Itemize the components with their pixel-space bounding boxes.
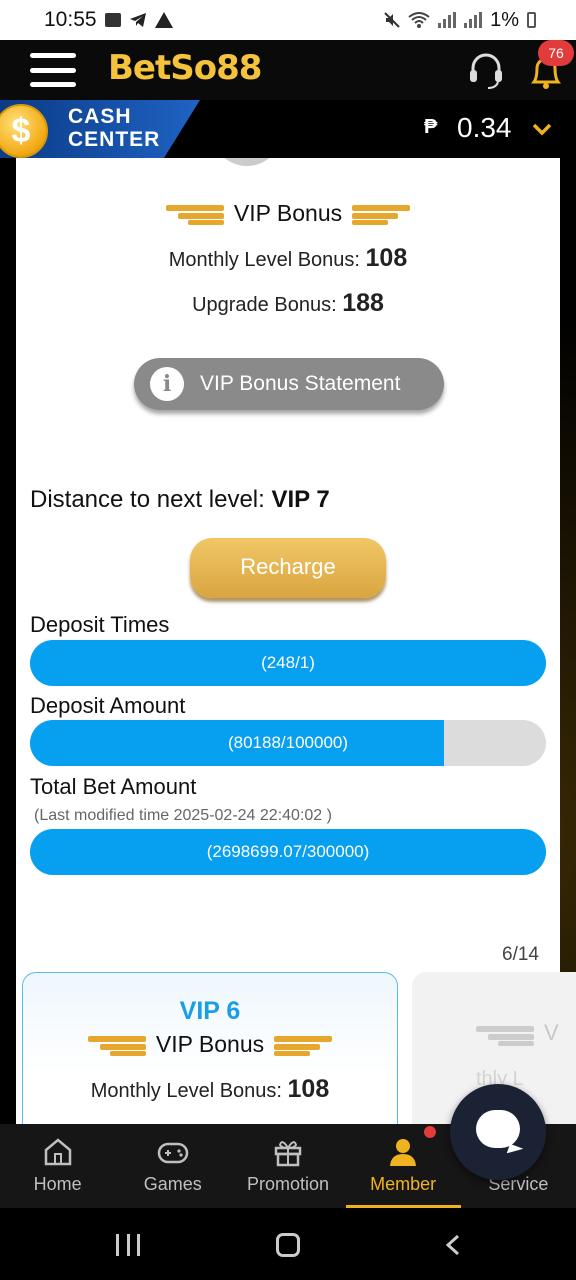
upgrade-bonus-value: 188 — [342, 289, 384, 317]
chat-button[interactable] — [450, 1084, 546, 1180]
upgrade-bonus-label: Upgrade Bonus: — [192, 294, 337, 316]
cash-label-line1: CASH — [68, 105, 132, 128]
upgrade-bonus-line: Upgrade Bonus: 188 — [16, 289, 560, 318]
info-icon: i — [150, 367, 184, 401]
wing-left-icon — [165, 203, 224, 225]
nav-games-label: Games — [143, 1174, 202, 1194]
member-icon — [390, 1139, 417, 1166]
monthly-bonus-line: Monthly Level Bonus: 108 — [16, 244, 560, 273]
battery-icon — [527, 12, 536, 28]
monthly-bonus-label: Monthly Level Bonus: — [168, 249, 360, 271]
next-vip-tile-title: V — [544, 1020, 559, 1045]
deposit-amount-progress: (80188/100000) — [30, 720, 546, 766]
notification-badge: 76 — [538, 40, 574, 66]
total-bet-progress: (2698699.07/300000) — [30, 829, 546, 875]
member-notification-dot — [422, 1124, 438, 1140]
telegram-icon — [129, 13, 146, 27]
deposit-amount-value: (80188/100000) — [227, 733, 349, 752]
status-time: 10:55 — [44, 8, 97, 31]
main-content: VIP Bonus Monthly Level Bonus: 108 Upgra… — [0, 158, 576, 1124]
balance-value: 0.34 — [457, 112, 512, 143]
cash-center-label[interactable]: CASH CENTER — [68, 105, 160, 151]
vip-level-tile[interactable]: VIP 6 VIP Bonus Monthly Level Bonus: 108 — [22, 972, 398, 1124]
chat-bubble-icon — [476, 1110, 520, 1148]
home-icon — [44, 1138, 71, 1166]
app-header: BetSo88 76 — [0, 40, 576, 100]
wifi-icon — [408, 12, 430, 28]
last-modified-note: (Last modified time 2025-02-24 22:40:02 … — [34, 807, 332, 824]
cash-label-line2: CENTER — [68, 128, 161, 151]
nav-games[interactable]: Games — [115, 1124, 230, 1208]
distance-label: Distance to next level: — [30, 486, 265, 513]
total-bet-value: (2698699.07/300000) — [206, 842, 370, 861]
monthly-bonus-value: 108 — [365, 244, 408, 272]
gift-icon — [274, 1141, 302, 1167]
deposit-times-label: Deposit Times — [30, 612, 170, 637]
nav-promotion[interactable]: Promotion — [230, 1124, 345, 1208]
status-right: 1% — [384, 9, 536, 32]
vip-tile-bonus-label: Monthly Level Bonus: — [90, 1080, 282, 1102]
logo[interactable]: BetSo88 — [108, 48, 262, 88]
signal-icon-2 — [464, 12, 483, 28]
currency-symbol: ₱ — [424, 116, 438, 138]
vip-card-panel: VIP Bonus Monthly Level Bonus: 108 Upgra… — [16, 158, 576, 1124]
status-bar: 10:55 1% — [0, 0, 576, 40]
statement-label: VIP Bonus Statement — [200, 372, 401, 395]
wing-right-icon — [352, 203, 411, 225]
vip-tile-bonus: Monthly Level Bonus: 108 — [23, 1075, 397, 1104]
headset-icon[interactable] — [468, 50, 504, 90]
vip-tile-level: VIP 6 — [179, 997, 241, 1025]
recharge-button[interactable]: Recharge — [190, 538, 386, 598]
system-nav-bar — [0, 1208, 576, 1280]
nav-promotion-label: Promotion — [246, 1174, 329, 1194]
status-left: 10:55 — [44, 8, 173, 32]
vip-tile-title: VIP Bonus — [155, 1031, 265, 1057]
nav-home[interactable]: Home — [0, 1124, 115, 1208]
nav-home-label: Home — [33, 1174, 82, 1194]
wing-right-icon — [274, 1034, 333, 1056]
avatar — [212, 158, 282, 166]
vip-bonus-title-row: VIP Bonus — [16, 200, 560, 227]
total-bet-label: Total Bet Amount — [30, 774, 197, 799]
warning-icon — [154, 12, 173, 28]
cash-center-bar: $ CASH CENTER ₱ 0.34 — [0, 100, 576, 158]
distance-to-next-level: Distance to next level: VIP 7 — [30, 486, 330, 514]
system-home-icon[interactable] — [276, 1233, 300, 1257]
battery-percent: 1% — [490, 8, 519, 31]
nav-member[interactable]: Member — [345, 1124, 461, 1208]
vip-tile-bonus-value: 108 — [287, 1075, 330, 1103]
back-icon[interactable] — [444, 1234, 462, 1256]
wing-left-icon — [87, 1034, 146, 1056]
wing-ghost-icon — [476, 1024, 534, 1046]
gallery-icon — [104, 13, 121, 27]
page-indicator: 6/14 — [502, 944, 539, 965]
vip-bonus-title: VIP Bonus — [233, 200, 343, 226]
mute-icon — [384, 12, 400, 28]
deposit-times-value: (248/1) — [261, 653, 315, 672]
deposit-times-progress: (248/1) — [30, 640, 546, 686]
next-level-value: VIP 7 — [271, 486, 330, 513]
nav-member-label: Member — [370, 1174, 437, 1194]
recents-icon[interactable] — [116, 1234, 140, 1256]
vip-tile-title-row: VIP Bonus — [23, 1031, 397, 1058]
menu-icon[interactable] — [30, 53, 76, 87]
chevron-down-icon[interactable] — [531, 118, 553, 140]
signal-icon — [438, 12, 457, 28]
nav-service-label: Service — [488, 1174, 549, 1194]
deposit-amount-label: Deposit Amount — [30, 693, 186, 718]
vip-bonus-statement-button[interactable]: i VIP Bonus Statement — [134, 358, 444, 410]
gamepad-icon — [157, 1142, 189, 1164]
